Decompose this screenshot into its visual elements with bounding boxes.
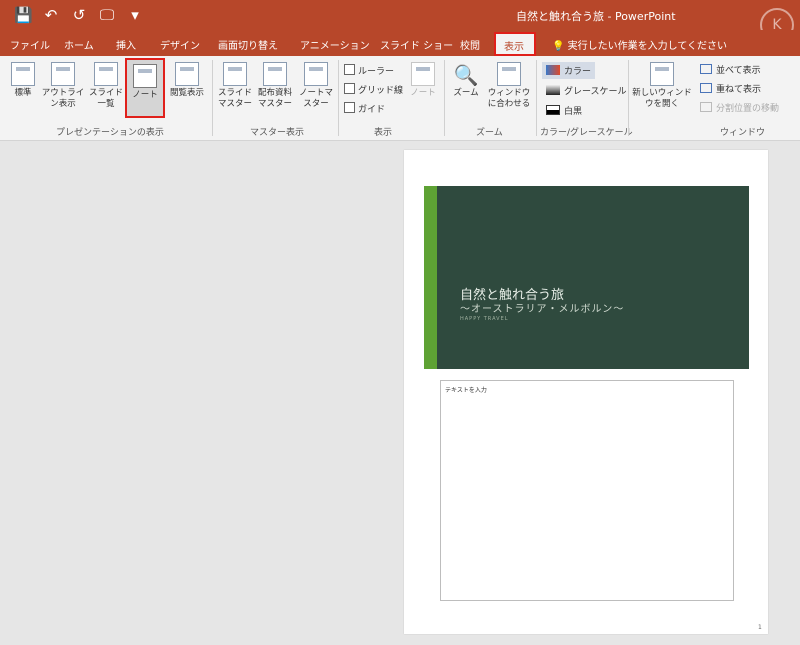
new-window-button[interactable]: 新しいウィンドウを開く bbox=[632, 62, 692, 110]
slide-subtitle: ～オーストラリア・メルボルン～ bbox=[460, 304, 625, 315]
normal-view-icon bbox=[11, 62, 35, 86]
fit-to-window-button[interactable]: ウィンドウに合わせる bbox=[486, 62, 532, 110]
arrange-all-button[interactable]: 並べて表示 bbox=[700, 63, 761, 76]
slide-thumbnail[interactable]: 自然と触れ合う旅 ～オーストラリア・メルボルン～ HAPPY TRAVEL bbox=[424, 186, 749, 369]
start-slideshow-icon[interactable]: 🖵 bbox=[98, 6, 116, 24]
undo-icon[interactable]: ↶ bbox=[42, 6, 60, 24]
gridlines-checkbox[interactable]: グリッド線 bbox=[344, 83, 403, 96]
show-notes-button[interactable]: ノート bbox=[406, 62, 440, 99]
checkbox-icon bbox=[344, 83, 355, 94]
reading-view-icon bbox=[175, 62, 199, 86]
tab-file[interactable]: ファイル bbox=[10, 37, 50, 52]
tell-me-text: 実行したい作業を入力してください bbox=[567, 41, 728, 52]
guides-checkbox[interactable]: ガイド bbox=[344, 102, 385, 115]
group-divider bbox=[212, 60, 213, 136]
ruler-checkbox[interactable]: ルーラー bbox=[344, 64, 394, 77]
cascade-icon bbox=[700, 83, 712, 93]
tab-animations[interactable]: アニメーション bbox=[300, 37, 370, 52]
tell-me-search[interactable]: 💡 実行したい作業を入力してください bbox=[552, 37, 727, 52]
tab-transitions[interactable]: 画面切り替え bbox=[218, 37, 278, 52]
black-white-swatch-icon bbox=[546, 105, 560, 115]
black-white-option[interactable]: 白黒 bbox=[546, 104, 582, 117]
group-label-show: 表示 bbox=[374, 128, 393, 138]
page-number: 1 bbox=[758, 624, 762, 631]
notes-text-box[interactable]: テキストを入力 bbox=[440, 380, 734, 601]
slide-footer: HAPPY TRAVEL bbox=[460, 316, 509, 322]
color-swatch-icon bbox=[546, 65, 560, 75]
checkbox-icon bbox=[344, 64, 355, 75]
arrange-all-icon bbox=[700, 64, 712, 74]
slide-master-button[interactable]: スライドマスター bbox=[216, 62, 254, 110]
zoom-icon: 🔍 bbox=[453, 63, 479, 87]
window-title: 自然と触れ合う旅 - PowerPoint bbox=[516, 10, 676, 23]
title-bar: 💾 ↶ ↺ 🖵 ▾ 自然と触れ合う旅 - PowerPoint K bbox=[0, 0, 800, 42]
group-divider bbox=[338, 60, 339, 136]
group-label-zoom: ズーム bbox=[476, 128, 503, 138]
zoom-button[interactable]: 🔍 ズーム bbox=[448, 62, 484, 99]
group-divider bbox=[444, 60, 445, 136]
normal-view-button[interactable]: 標準 bbox=[6, 62, 40, 99]
slide-accent-bar bbox=[424, 186, 437, 369]
cascade-button[interactable]: 重ねて表示 bbox=[700, 82, 761, 95]
color-option[interactable]: カラー bbox=[542, 62, 596, 79]
lightbulb-icon: 💡 bbox=[552, 41, 565, 52]
tab-insert[interactable]: 挿入 bbox=[116, 37, 136, 52]
notes-icon bbox=[411, 62, 435, 86]
grayscale-option[interactable]: グレースケール bbox=[546, 84, 627, 97]
group-label-presentation-views: プレゼンテーションの表示 bbox=[56, 128, 164, 138]
grayscale-swatch-icon bbox=[546, 85, 560, 95]
reading-view-button[interactable]: 閲覧表示 bbox=[166, 62, 208, 99]
tab-design[interactable]: デザイン bbox=[160, 37, 200, 52]
notes-page-icon bbox=[133, 64, 157, 88]
ribbon-tabs: ファイル ホーム 挿入 デザイン 画面切り替え アニメーション スライド ショー… bbox=[0, 30, 800, 56]
save-icon[interactable]: 💾 bbox=[14, 6, 33, 24]
handout-master-icon bbox=[263, 62, 287, 86]
move-split-icon bbox=[700, 102, 712, 112]
group-label-color: カラー/グレースケール bbox=[540, 128, 633, 138]
move-split-button[interactable]: 分割位置の移動 bbox=[700, 101, 779, 114]
group-label-master-views: マスター表示 bbox=[250, 128, 305, 138]
notes-page-button[interactable]: ノート bbox=[125, 58, 165, 118]
quick-access-toolbar: 💾 ↶ ↺ 🖵 ▾ bbox=[14, 6, 144, 24]
notes-placeholder: テキストを入力 bbox=[445, 387, 487, 394]
notes-master-button[interactable]: ノートマスター bbox=[297, 62, 335, 110]
customize-qat-icon[interactable]: ▾ bbox=[126, 6, 144, 24]
group-label-window: ウィンドウ bbox=[720, 128, 766, 138]
tab-review[interactable]: 校閲 bbox=[460, 37, 480, 52]
outline-view-button[interactable]: アウトライン表示 bbox=[40, 62, 86, 110]
group-divider bbox=[628, 60, 629, 136]
slide-sorter-button[interactable]: スライド一覧 bbox=[88, 62, 124, 110]
tab-home[interactable]: ホーム bbox=[64, 37, 94, 52]
outline-view-icon bbox=[51, 62, 75, 86]
checkbox-icon bbox=[344, 102, 355, 113]
new-window-icon bbox=[650, 62, 674, 86]
group-divider bbox=[536, 60, 537, 136]
notes-master-icon bbox=[304, 62, 328, 86]
slide-sorter-icon bbox=[94, 62, 118, 86]
tab-view[interactable]: 表示 bbox=[494, 32, 536, 56]
redo-icon[interactable]: ↺ bbox=[70, 6, 88, 24]
fit-to-window-icon bbox=[497, 62, 521, 86]
slide-master-icon bbox=[223, 62, 247, 86]
tab-slideshow[interactable]: スライド ショー bbox=[380, 37, 453, 52]
handout-master-button[interactable]: 配布資料マスター bbox=[254, 62, 296, 110]
